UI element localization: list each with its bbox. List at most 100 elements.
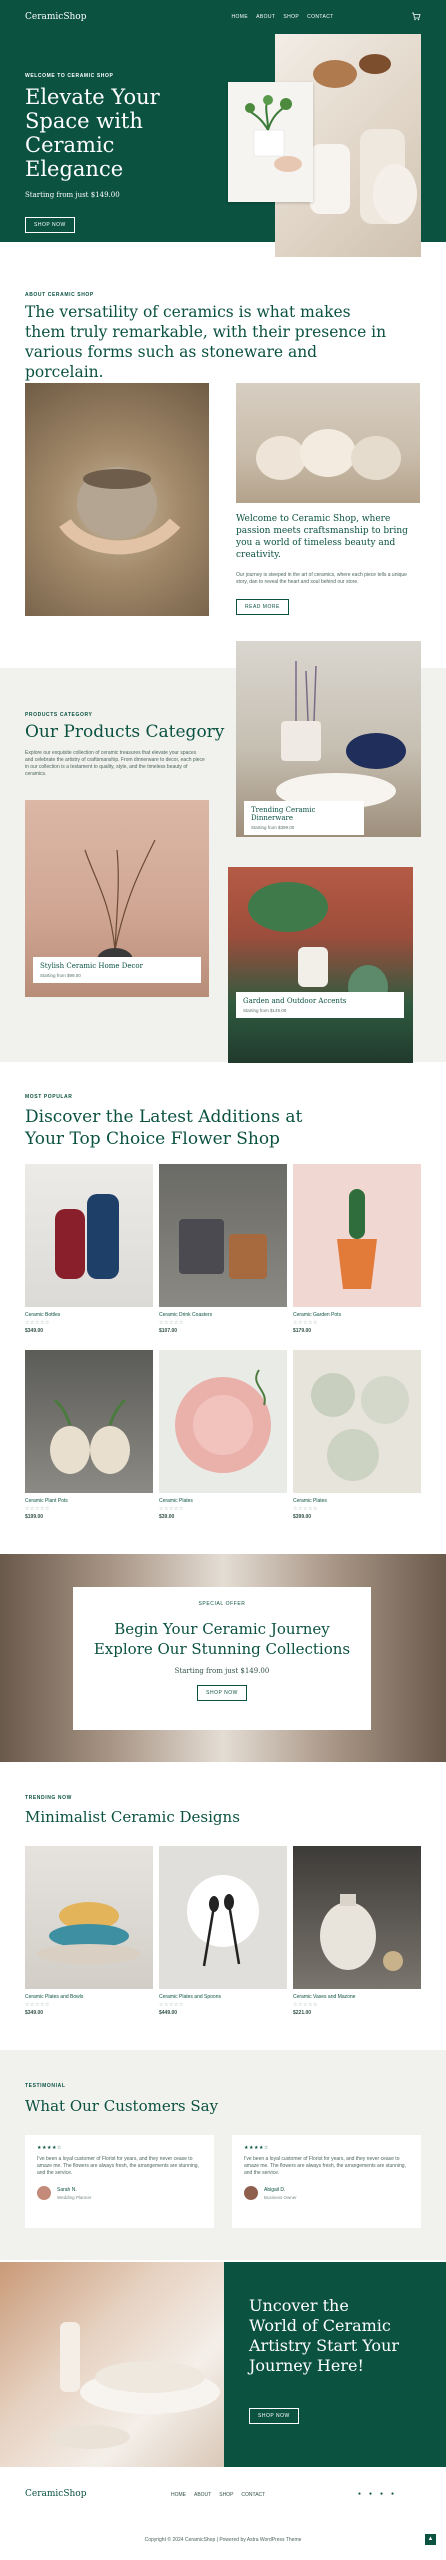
site-footer: CeramicShop HOME ABOUT SHOP CONTACT ● ● …	[0, 2467, 446, 2560]
testimonial-rating: ★★★★☆	[37, 2145, 62, 2151]
footer-logo[interactable]: CeramicShop	[25, 2489, 86, 2499]
category-label: PRODUCTS CATEGORY	[25, 712, 93, 718]
category-card-home-decor[interactable]: Stylish Ceramic Home Decor Starting from…	[33, 957, 201, 983]
offer-title: Begin Your Ceramic Journey Explore Our S…	[93, 1620, 351, 1658]
hero-shop-now-button[interactable]: SHOP NOW	[25, 217, 75, 233]
category-card-price: Starting from $99.00	[40, 973, 81, 978]
plant-pots-illustration	[50, 1398, 130, 1474]
about-image-bowls	[236, 383, 420, 503]
product-card[interactable]: Ceramic Plates ☆☆☆☆☆ $39.00	[159, 1350, 287, 1520]
cta-image-tableware	[0, 2262, 224, 2467]
product-price: $179.00	[293, 1328, 312, 1334]
product-card[interactable]: Ceramic Bottles ☆☆☆☆☆ $349.00	[25, 1164, 153, 1334]
product-image-mugs[interactable]	[159, 1164, 287, 1307]
product-image-bottles[interactable]	[25, 1164, 153, 1307]
product-card[interactable]: Ceramic Plant Pots ☆☆☆☆☆ $199.00	[25, 1350, 153, 1520]
product-rating: ☆☆☆☆☆	[159, 2002, 184, 2008]
product-image-plates-spoons[interactable]	[159, 1846, 287, 1989]
plant-pot-illustration	[245, 95, 302, 172]
about-image-hands-cup	[25, 383, 209, 616]
about-heading: The versatility of ceramics is what make…	[25, 303, 387, 381]
product-price: $39.00	[159, 1514, 175, 1520]
footer-nav-about[interactable]: ABOUT	[194, 2492, 211, 2498]
footer-nav-home[interactable]: HOME	[171, 2492, 186, 2498]
product-price: $199.00	[25, 1514, 44, 1520]
site-logo[interactable]: CeramicShop	[25, 12, 86, 22]
category-card-title: Garden and Outdoor Accents	[243, 997, 347, 1005]
cta-shop-now-button[interactable]: SHOP NOW	[249, 2408, 299, 2424]
product-image-plant-pots[interactable]	[25, 1350, 153, 1493]
product-name[interactable]: Ceramic Plates and Bowls	[25, 1994, 153, 2000]
read-more-button[interactable]: READ MORE	[236, 599, 289, 615]
product-image-plates[interactable]	[159, 1350, 287, 1493]
nav-contact[interactable]: CONTACT	[307, 14, 334, 20]
product-price: $399.00	[293, 1514, 312, 1520]
category-heading: Our Products Category	[25, 722, 225, 742]
product-image-garden-pots[interactable]	[293, 1164, 421, 1307]
product-image-plates-2[interactable]	[293, 1350, 421, 1493]
nav-home[interactable]: HOME	[231, 14, 248, 20]
tableware-illustration	[50, 2322, 220, 2449]
product-name[interactable]: Ceramic Plates and Spoons	[159, 1994, 287, 2000]
youtube-icon[interactable]: ●	[389, 2491, 396, 2498]
product-grid-row-1: Ceramic Bottles ☆☆☆☆☆ $349.00 Ceramic Dr…	[25, 1164, 421, 1334]
testimonial-heading: What Our Customers Say	[25, 2097, 219, 2115]
testimonial-author: Abigail D. Business Owner	[244, 2186, 409, 2200]
stacked-bowls-illustration	[37, 1902, 141, 1964]
footer-nav-shop[interactable]: SHOP	[219, 2492, 233, 2498]
twitter-icon[interactable]: ●	[367, 2491, 374, 2498]
avatar	[37, 2186, 51, 2200]
testimonial-name: Sarah N.	[57, 2186, 77, 2193]
product-card[interactable]: Ceramic Plates and Bowls ☆☆☆☆☆ $349.00	[25, 1846, 153, 2016]
about-label: ABOUT CERAMIC SHOP	[25, 292, 94, 298]
vase-illustration	[320, 1894, 403, 1971]
product-name[interactable]: Ceramic Drink Coasters	[159, 1312, 287, 1318]
instagram-icon[interactable]: ●	[378, 2491, 385, 2498]
product-grid-row-2: Ceramic Plant Pots ☆☆☆☆☆ $199.00 Ceramic…	[25, 1350, 421, 1520]
category-card-price: Starting from $149.00	[243, 1008, 287, 1013]
product-name[interactable]: Ceramic Garden Pots	[293, 1312, 421, 1318]
about-card-description: Our journey is steeped in the art of cer…	[236, 572, 407, 585]
testimonial-name: Abigail D.	[264, 2186, 286, 2193]
facebook-icon[interactable]: ●	[356, 2491, 363, 2498]
hero-title: Elevate Your Space with Ceramic Elegance	[25, 85, 160, 181]
hero-copy: WELCOME TO CERAMIC SHOP Elevate Your Spa…	[25, 73, 205, 233]
product-rating: ☆☆☆☆☆	[25, 1506, 50, 1512]
offer-banner-card: SPECIAL OFFER Begin Your Ceramic Journey…	[73, 1587, 371, 1730]
scroll-to-top-icon[interactable]: ▲	[425, 2534, 436, 2545]
product-price: $349.00	[25, 2010, 44, 2016]
product-price: $221.00	[293, 2010, 312, 2016]
product-rating: ☆☆☆☆☆	[293, 2002, 318, 2008]
mugs-illustration	[179, 1219, 267, 1279]
trending-grid: Ceramic Plates and Bowls ☆☆☆☆☆ $349.00 C…	[25, 1846, 421, 2016]
nav-shop[interactable]: SHOP	[283, 14, 299, 20]
hero-label: WELCOME TO CERAMIC SHOP	[25, 73, 114, 79]
product-card[interactable]: Ceramic Drink Coasters ☆☆☆☆☆ $107.00	[159, 1164, 287, 1334]
product-image-plates-bowls[interactable]	[25, 1846, 153, 1989]
testimonial-role: Business Owner	[264, 2194, 297, 2200]
product-name[interactable]: Ceramic Bottles	[25, 1312, 153, 1318]
category-card-garden[interactable]: Garden and Outdoor Accents Starting from…	[236, 992, 404, 1018]
product-card[interactable]: Ceramic Plates and Spoons ☆☆☆☆☆ $449.00	[159, 1846, 287, 2016]
product-name[interactable]: Ceramic Plates	[293, 1498, 421, 1504]
product-card[interactable]: Ceramic Plates ☆☆☆☆☆ $399.00	[293, 1350, 421, 1520]
product-name[interactable]: Ceramic Vases and Mazone	[293, 1994, 421, 2000]
bowls-illustration	[256, 429, 401, 480]
offer-shop-now-button[interactable]: SHOP NOW	[197, 1685, 247, 1701]
copyright-text: Copyright © 2024 CeramicShop | Powered b…	[144, 2537, 302, 2543]
footer-nav-contact[interactable]: CONTACT	[241, 2492, 265, 2498]
product-image-vases[interactable]	[293, 1846, 421, 1989]
cart-icon[interactable]	[411, 11, 421, 21]
product-name[interactable]: Ceramic Plant Pots	[25, 1498, 153, 1504]
product-card[interactable]: Ceramic Garden Pots ☆☆☆☆☆ $179.00	[293, 1164, 421, 1334]
nav-about[interactable]: ABOUT	[256, 14, 275, 20]
product-card[interactable]: Ceramic Vases and Mazone ☆☆☆☆☆ $221.00	[293, 1846, 421, 2016]
category-card-dinnerware[interactable]: Trending Ceramic Dinnerware Starting fro…	[244, 801, 364, 835]
cactus-pot-illustration	[337, 1189, 377, 1289]
product-name[interactable]: Ceramic Plates	[159, 1498, 287, 1504]
plate-spoons-illustration	[187, 1875, 259, 1967]
hero-image-plant	[228, 82, 313, 202]
testimonial-card: ★★★★☆ I've been a loyal customer of Flor…	[25, 2135, 214, 2228]
about-card-title: Welcome to Ceramic Shop, where passion m…	[236, 514, 408, 560]
offer-subtitle: Starting from just $149.00	[174, 1667, 270, 1675]
